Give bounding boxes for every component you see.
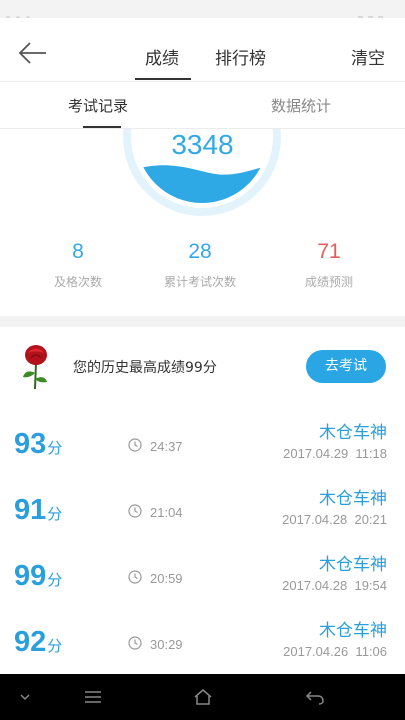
record-date: 2017.04.29 11:18	[283, 446, 387, 461]
record-score: 93分	[14, 428, 63, 460]
signal-icon	[353, 6, 387, 21]
best-score-row: 您的历史最高成绩99分 去考试	[0, 327, 405, 407]
arrow-left-icon	[18, 42, 46, 64]
chevron-down-icon[interactable]	[14, 687, 36, 707]
record-duration: 30:29	[150, 637, 183, 652]
tab-data-statistics[interactable]: 数据统计	[271, 95, 331, 116]
stat-label: 成绩预测	[304, 275, 353, 289]
record-score: 99分	[14, 560, 63, 592]
record-score: 91分	[14, 494, 63, 526]
rose-icon	[23, 345, 47, 390]
notification-icons	[6, 5, 46, 20]
record-date: 2017.04.28 19:54	[282, 578, 387, 593]
record-label: 木仓车神	[319, 489, 387, 509]
score-gauge: 3348	[0, 129, 405, 221]
sub-tabs: 考试记录 数据统计	[0, 83, 405, 129]
record-label: 木仓车神	[319, 621, 387, 641]
stat-label: 累计考试次数	[163, 275, 236, 289]
gauge-value: 3348	[171, 129, 234, 160]
stat-value: 8	[72, 240, 84, 263]
back-icon[interactable]	[304, 687, 326, 707]
stat-label: 及格次数	[53, 275, 102, 289]
active-tab-indicator	[135, 78, 191, 80]
stat-value: 71	[317, 240, 341, 263]
stat-value: 28	[188, 240, 212, 263]
clock-icon	[128, 438, 142, 452]
go-exam-button[interactable]: 去考试	[306, 350, 386, 383]
system-nav-bar	[0, 674, 405, 720]
status-bar	[0, 0, 405, 21]
clear-button[interactable]: 清空	[351, 44, 385, 69]
back-button[interactable]	[14, 38, 50, 68]
home-icon[interactable]	[192, 687, 214, 707]
record-row[interactable]: 92分 30:29 木仓车神 2017.04.26 11:06	[0, 606, 405, 672]
tab-ranking[interactable]: 排行榜	[215, 44, 266, 69]
record-row[interactable]: 91分 21:04 木仓车神 2017.04.28 20:21	[0, 474, 405, 540]
record-duration: 24:37	[150, 439, 183, 454]
record-date: 2017.04.26 11:06	[283, 644, 387, 659]
record-label: 木仓车神	[319, 423, 387, 443]
top-nav: 成绩 排行榜 清空	[0, 18, 405, 82]
record-row[interactable]: 99分 20:59 木仓车神 2017.04.28 19:54	[0, 540, 405, 606]
stat-total-exams: 28 累计考试次数	[140, 240, 260, 290]
record-duration: 21:04	[150, 505, 183, 520]
tab-exam-records[interactable]: 考试记录	[68, 95, 128, 116]
menu-icon[interactable]	[82, 687, 104, 707]
section-divider	[0, 316, 405, 327]
best-score-text: 您的历史最高成绩99分	[73, 360, 217, 376]
active-subtab-indicator	[83, 126, 121, 128]
clock-icon	[128, 570, 142, 584]
record-duration: 20:59	[150, 571, 183, 586]
clock-icon	[128, 504, 142, 518]
stat-pass-count: 8 及格次数	[18, 240, 138, 290]
record-label: 木仓车神	[319, 555, 387, 575]
record-date: 2017.04.28 20:21	[282, 512, 387, 527]
stat-score-prediction: 71 成绩预测	[269, 240, 389, 290]
tab-score[interactable]: 成绩	[145, 44, 179, 69]
clock-icon	[128, 636, 142, 650]
record-score: 92分	[14, 626, 63, 658]
record-row[interactable]: 93分 24:37 木仓车神 2017.04.29 11:18	[0, 408, 405, 474]
